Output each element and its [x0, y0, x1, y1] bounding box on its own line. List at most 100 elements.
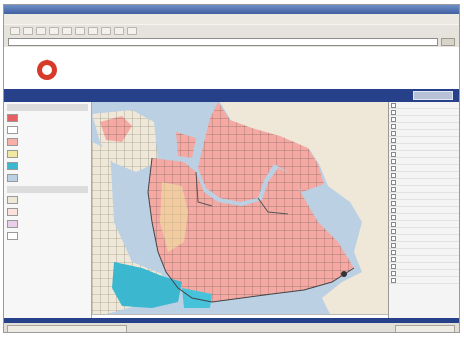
layer-checkbox[interactable]	[391, 172, 396, 178]
layer-checkbox[interactable]	[391, 158, 396, 164]
list-item[interactable]	[389, 214, 459, 221]
legend-swatch	[7, 126, 18, 134]
legend-item[interactable]	[4, 136, 91, 148]
list-item[interactable]	[389, 179, 459, 186]
legend-item[interactable]	[4, 124, 91, 136]
list-item[interactable]	[389, 277, 459, 284]
legend-swatch	[7, 138, 18, 146]
status-zone	[395, 324, 455, 332]
layer-checkbox[interactable]	[391, 151, 396, 157]
legend-swatch	[7, 232, 18, 240]
layer-checkbox[interactable]	[391, 186, 396, 192]
list-item[interactable]	[389, 228, 459, 235]
list-item[interactable]	[389, 249, 459, 256]
list-item[interactable]	[389, 109, 459, 116]
legend-swatch	[7, 196, 18, 204]
favorites-icon[interactable]	[88, 26, 98, 35]
forward-icon[interactable]	[23, 26, 33, 35]
browser-window	[3, 4, 460, 333]
layer-checkbox[interactable]	[391, 214, 396, 220]
nav-band	[4, 89, 459, 102]
list-item[interactable]	[389, 130, 459, 137]
list-item[interactable]	[389, 116, 459, 123]
legend-swatch	[7, 162, 18, 170]
legend-panel	[4, 102, 92, 318]
list-item[interactable]	[389, 242, 459, 249]
layer-checkbox[interactable]	[391, 102, 396, 108]
home-icon[interactable]	[62, 26, 72, 35]
layer-list-panel	[388, 102, 459, 318]
layer-checkbox[interactable]	[391, 193, 396, 199]
list-item[interactable]	[389, 172, 459, 179]
site-logo-icon	[37, 59, 57, 80]
legend-item[interactable]	[4, 218, 91, 230]
list-item[interactable]	[389, 151, 459, 158]
legend-header	[7, 104, 88, 111]
go-button[interactable]	[441, 37, 455, 46]
layer-checkbox[interactable]	[391, 249, 396, 255]
layer-checkbox[interactable]	[391, 144, 396, 150]
list-item[interactable]	[389, 102, 459, 109]
layer-checkbox[interactable]	[391, 228, 396, 234]
layer-checkbox[interactable]	[391, 123, 396, 129]
map-canvas[interactable]	[92, 102, 388, 318]
layer-checkbox[interactable]	[391, 256, 396, 262]
address-input[interactable]	[8, 37, 438, 46]
search-icon[interactable]	[75, 26, 85, 35]
legend-swatch	[7, 220, 18, 228]
layer-checkbox[interactable]	[391, 235, 396, 241]
list-item[interactable]	[389, 263, 459, 270]
status-text	[7, 324, 127, 332]
stop-icon[interactable]	[36, 26, 46, 35]
menu-bar	[4, 14, 459, 24]
layer-checkbox[interactable]	[391, 200, 396, 206]
list-item[interactable]	[389, 123, 459, 130]
layer-checkbox[interactable]	[391, 116, 396, 122]
legend-item[interactable]	[4, 160, 91, 172]
title-bar	[4, 5, 459, 14]
list-item[interactable]	[389, 193, 459, 200]
legend-swatch	[7, 208, 18, 216]
layer-checkbox[interactable]	[391, 277, 396, 283]
list-item[interactable]	[389, 144, 459, 151]
address-bar	[4, 36, 459, 47]
layer-checkbox[interactable]	[391, 221, 396, 227]
layer-checkbox[interactable]	[391, 263, 396, 269]
list-item[interactable]	[389, 200, 459, 207]
refresh-icon[interactable]	[49, 26, 59, 35]
print-icon[interactable]	[127, 26, 137, 35]
layer-checkbox[interactable]	[391, 270, 396, 276]
list-item[interactable]	[389, 186, 459, 193]
nav-button[interactable]	[413, 91, 453, 100]
site-header	[4, 47, 459, 89]
list-item[interactable]	[389, 235, 459, 242]
history-icon[interactable]	[101, 26, 111, 35]
map-graphic	[92, 102, 388, 318]
list-item[interactable]	[389, 158, 459, 165]
list-item[interactable]	[389, 256, 459, 263]
layer-checkbox[interactable]	[391, 165, 396, 171]
legend-item[interactable]	[4, 112, 91, 124]
legend-header	[7, 186, 88, 193]
browser-toolbar	[4, 24, 459, 36]
back-icon[interactable]	[10, 26, 20, 35]
legend-swatch	[7, 114, 18, 122]
legend-item[interactable]	[4, 194, 91, 206]
legend-item[interactable]	[4, 206, 91, 218]
legend-item[interactable]	[4, 172, 91, 184]
list-item[interactable]	[389, 165, 459, 172]
legend-item[interactable]	[4, 230, 91, 242]
layer-checkbox[interactable]	[391, 109, 396, 115]
layer-checkbox[interactable]	[391, 130, 396, 136]
layer-checkbox[interactable]	[391, 207, 396, 213]
mail-icon[interactable]	[114, 26, 124, 35]
layer-checkbox[interactable]	[391, 179, 396, 185]
layer-checkbox[interactable]	[391, 242, 396, 248]
status-bar	[4, 323, 459, 332]
legend-item[interactable]	[4, 148, 91, 160]
list-item[interactable]	[389, 270, 459, 277]
layer-checkbox[interactable]	[391, 137, 396, 143]
list-item[interactable]	[389, 137, 459, 144]
list-item[interactable]	[389, 221, 459, 228]
list-item[interactable]	[389, 207, 459, 214]
